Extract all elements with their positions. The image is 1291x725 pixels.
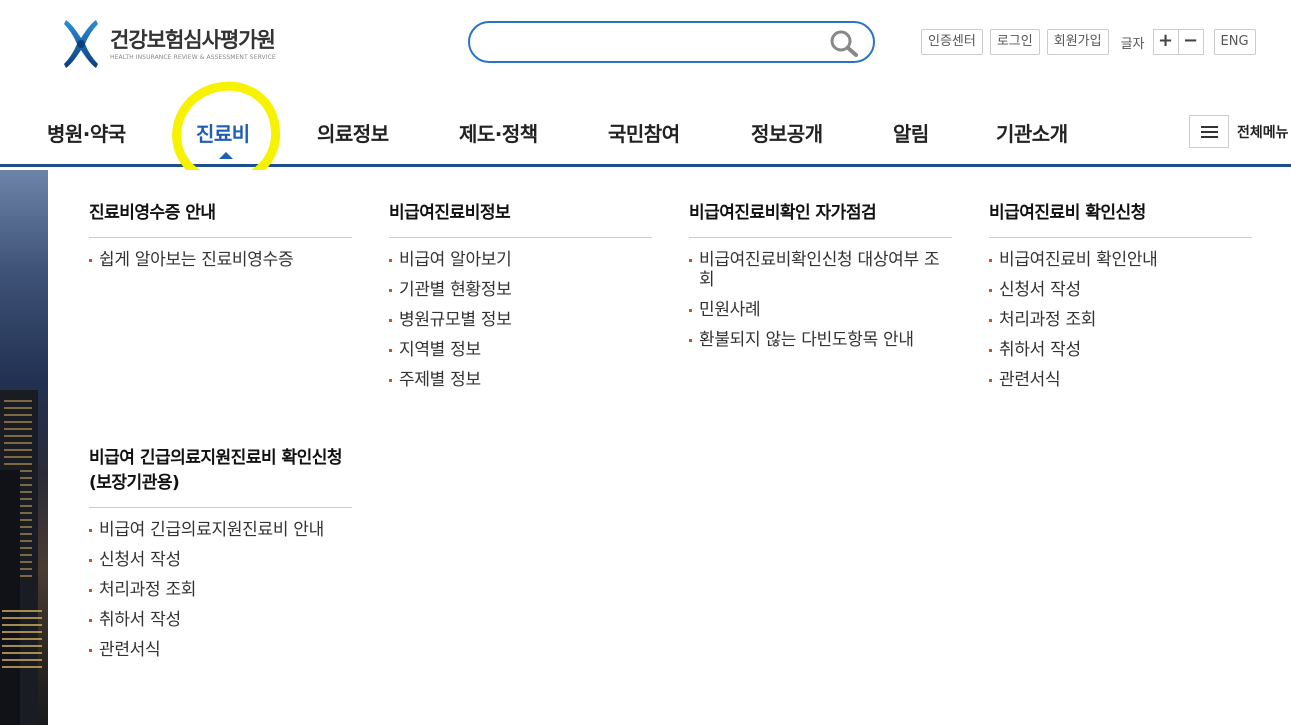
menu-section-self-check: 비급여진료비확인 자가점검 비급여진료비확인신청 대상여부 조회 민원사례 환불… [689,201,952,360]
gnb-item-notice[interactable]: 알림 [893,118,929,147]
mega-menu: 진료비영수증 안내 쉽게 알아보는 진료비영수증 비급여진료비정보 비급여 알아… [48,170,1291,725]
join-button[interactable]: 회원가입 [1046,29,1109,55]
gnb-item-about[interactable]: 기관소개 [996,118,1068,147]
section-title: 진료비영수증 안내 [89,201,352,238]
menu-link[interactable]: 관련서식 [89,640,352,660]
gnb-item-participation[interactable]: 국민참여 [608,118,680,147]
menu-link[interactable]: 환불되지 않는 다빈도항목 안내 [689,330,952,350]
menu-link[interactable]: 쉽게 알아보는 진료비영수증 [89,250,352,270]
menu-link[interactable]: 관련서식 [989,370,1252,390]
menu-link[interactable]: 지역별 정보 [389,340,652,360]
section-title: 비급여진료비정보 [389,201,652,238]
menu-link[interactable]: 취하서 작성 [989,340,1252,360]
section-title: 비급여 긴급의료지원진료비 확인신청(보장기관용) [89,446,352,508]
menu-link[interactable]: 처리과정 조회 [89,580,352,600]
menu-link[interactable]: 신청서 작성 [989,280,1252,300]
site-header: 건강보험심사평가원 HEALTH INSURANCE REVIEW & ASSE… [0,0,1291,98]
menu-link[interactable]: 신청서 작성 [89,550,352,570]
menu-link[interactable]: 민원사례 [689,300,952,320]
all-menu-label: 전체메뉴 [1237,124,1289,141]
menu-link[interactable]: 주제별 정보 [389,370,652,390]
menu-link[interactable]: 병원규모별 정보 [389,310,652,330]
logo-title: 건강보험심사평가원 [110,27,276,52]
background-photo [0,170,48,725]
menu-link[interactable]: 취하서 작성 [89,610,352,630]
section-title: 비급여진료비확인 자가점검 [689,201,952,238]
site-logo[interactable]: 건강보험심사평가원 HEALTH INSURANCE REVIEW & ASSE… [62,18,276,70]
logo-subtitle: HEALTH INSURANCE REVIEW & ASSESSMENT SER… [110,53,276,61]
menu-link[interactable]: 비급여 알아보기 [389,250,652,270]
all-menu[interactable]: 전체메뉴 [1189,115,1289,148]
gnb-item-hospital[interactable]: 병원·약국 [47,118,126,147]
menu-link[interactable]: 처리과정 조회 [989,310,1252,330]
english-button[interactable]: ENG [1213,29,1256,55]
search-input[interactable] [488,31,828,55]
section-title: 비급여진료비 확인신청 [989,201,1252,238]
global-navigation: 병원·약국 진료비 의료정보 제도·정책 국민참여 정보공개 알림 기관소개 전… [0,98,1291,167]
menu-section-receipt: 진료비영수증 안내 쉽게 알아보는 진료비영수증 [89,201,352,280]
active-caret-icon [219,152,233,159]
gnb-item-disclosure[interactable]: 정보공개 [751,118,823,147]
font-decrease-button[interactable]: − [1177,29,1204,55]
utility-menu: 인증센터 로그인 회원가입 글자 + − ENG [921,29,1256,55]
cert-center-button[interactable]: 인증센터 [921,29,983,55]
search-button[interactable] [829,29,859,57]
font-increase-button[interactable]: + [1152,29,1179,55]
menu-link[interactable]: 비급여진료비확인신청 대상여부 조회 [689,250,952,290]
menu-link[interactable]: 기관별 현황정보 [389,280,652,300]
menu-section-noncovered-info: 비급여진료비정보 비급여 알아보기 기관별 현황정보 병원규모별 정보 지역별 … [389,201,652,400]
gnb-item-medical-info[interactable]: 의료정보 [317,118,389,147]
gnb-item-policy[interactable]: 제도·정책 [459,118,538,147]
menu-section-emergency: 비급여 긴급의료지원진료비 확인신청(보장기관용) 비급여 긴급의료지원진료비 … [89,446,352,670]
gnb-item-medical-fee[interactable]: 진료비 [196,118,250,147]
font-size-label: 글자 [1120,36,1145,52]
menu-link[interactable]: 비급여 긴급의료지원진료비 안내 [89,520,352,540]
logo-emblem-icon [62,18,100,70]
hamburger-icon[interactable] [1189,115,1229,148]
search-box [468,21,875,63]
menu-link[interactable]: 비급여진료비 확인안내 [989,250,1252,270]
search-icon [829,30,859,61]
login-button[interactable]: 로그인 [989,29,1040,55]
menu-section-confirm-request: 비급여진료비 확인신청 비급여진료비 확인안내 신청서 작성 처리과정 조회 취… [989,201,1252,400]
